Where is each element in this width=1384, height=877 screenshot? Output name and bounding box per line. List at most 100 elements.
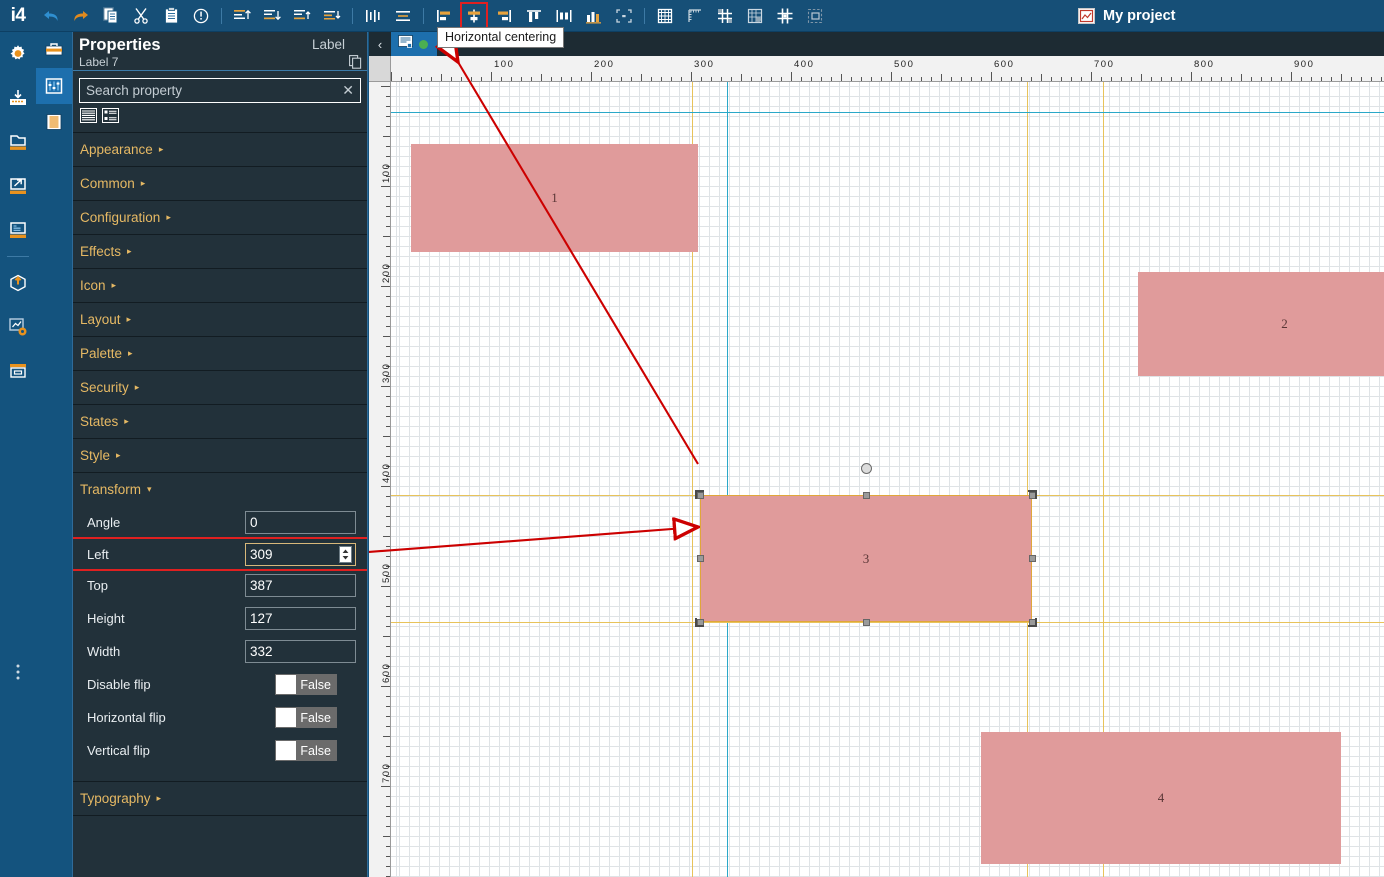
vertical-ruler[interactable]: 100 200 300 400 500 600 700 <box>369 82 391 877</box>
screen-status-dot <box>419 39 428 49</box>
toolbox-import-icon[interactable] <box>0 76 36 120</box>
ruler-tick <box>386 556 390 557</box>
category-typography[interactable]: Typography ▸ <box>73 781 367 815</box>
grid-settings-icon[interactable] <box>742 3 768 29</box>
grouped-list-view-icon[interactable] <box>102 108 119 128</box>
toolbox-icon[interactable] <box>36 32 72 68</box>
canvas-element[interactable]: 2 <box>1138 272 1384 376</box>
screen-icon <box>398 34 413 54</box>
ruler-tick <box>1171 77 1172 81</box>
ruler-tick <box>441 74 442 81</box>
archive-icon[interactable] <box>0 349 36 393</box>
ruler-tick <box>1181 77 1182 81</box>
toolbar-separator <box>644 7 645 24</box>
canvas-element[interactable]: 4 <box>981 732 1341 864</box>
resize-handle[interactable] <box>862 491 870 499</box>
ruler-tick <box>386 206 390 207</box>
guide-line-vertical[interactable] <box>727 82 728 877</box>
category-security[interactable]: Security ▸ <box>73 370 367 404</box>
rail-more-options[interactable] <box>0 652 36 692</box>
settings-icon[interactable] <box>0 32 36 76</box>
disable-flip-toggle[interactable]: False <box>275 674 337 695</box>
category-states[interactable]: States ▸ <box>73 404 367 438</box>
ruler-tick <box>381 286 390 287</box>
project-indicator[interactable]: My project <box>1078 0 1176 32</box>
ruler-tick <box>921 77 922 81</box>
outline-icon[interactable] <box>36 104 72 140</box>
properties-icon[interactable] <box>36 68 72 104</box>
ruler-tick <box>731 77 732 81</box>
search-input[interactable] <box>86 83 339 98</box>
search-property-box[interactable]: ✕ <box>79 78 361 103</box>
copy-icon[interactable] <box>349 55 362 74</box>
category-style[interactable]: Style ▸ <box>73 438 367 472</box>
spinner-icon[interactable] <box>339 545 352 563</box>
resize-handle[interactable] <box>862 618 870 626</box>
align-top-icon[interactable] <box>229 3 255 29</box>
tab-scroll-left-icon[interactable]: ‹ <box>369 32 391 56</box>
width-input[interactable]: 332 <box>245 640 356 663</box>
align-bottom-icon[interactable] <box>259 3 285 29</box>
ruler-label: 700 <box>1094 59 1115 70</box>
category-transform[interactable]: Transform ▾ <box>73 472 367 506</box>
list-icon[interactable] <box>0 208 36 252</box>
fit-selection-icon[interactable] <box>611 3 637 29</box>
category-effects[interactable]: Effects ▸ <box>73 234 367 268</box>
grid-show-icon[interactable] <box>652 3 678 29</box>
clear-search-icon[interactable]: ✕ <box>338 82 354 99</box>
folder-icon[interactable] <box>0 120 36 164</box>
angle-input[interactable]: 0 <box>245 511 356 534</box>
guides-icon[interactable] <box>772 3 798 29</box>
height-input[interactable]: 127 <box>245 607 356 630</box>
horizontal-centering-icon[interactable] <box>460 1 488 30</box>
ruler-tick <box>961 77 962 81</box>
guide-line-horizontal[interactable] <box>391 622 1384 623</box>
canvas-element-selected[interactable]: 3 <box>700 495 1032 622</box>
distribute-vertical-icon[interactable] <box>390 3 416 29</box>
paste-icon[interactable] <box>158 3 184 29</box>
cut-icon[interactable] <box>128 3 154 29</box>
ruler-icon[interactable] <box>682 3 708 29</box>
flat-list-view-icon[interactable] <box>80 108 97 128</box>
screen-tab[interactable] <box>391 32 437 56</box>
export-icon[interactable] <box>0 164 36 208</box>
spread-horizontal-icon[interactable] <box>551 3 577 29</box>
align-left-icon[interactable] <box>431 3 457 29</box>
resize-handle[interactable] <box>696 555 704 562</box>
guide-line-horizontal[interactable] <box>391 112 1384 113</box>
distribute-bottom-icon[interactable] <box>319 3 345 29</box>
info-icon[interactable] <box>188 3 214 29</box>
undo-icon[interactable] <box>38 3 64 29</box>
ruler-tick <box>383 536 390 537</box>
category-palette[interactable]: Palette ▸ <box>73 336 367 370</box>
left-input[interactable]: 309 <box>245 542 356 566</box>
resize-handle[interactable] <box>1028 555 1036 562</box>
redo-icon[interactable] <box>68 3 94 29</box>
distribute-horizontal-icon[interactable] <box>360 3 386 29</box>
horizontal-flip-toggle[interactable]: False <box>275 707 337 728</box>
grid-snap-icon[interactable] <box>712 3 738 29</box>
vertical-centering-icon[interactable] <box>521 3 547 29</box>
canvas-element[interactable]: 1 <box>411 144 698 252</box>
category-appearance[interactable]: Appearance ▸ <box>73 132 367 166</box>
selection-frame-icon[interactable] <box>802 3 828 29</box>
align-right-icon[interactable] <box>491 3 517 29</box>
spread-vertical-icon[interactable] <box>581 3 607 29</box>
top-input[interactable]: 387 <box>245 574 356 597</box>
category-icon[interactable]: Icon ▸ <box>73 268 367 302</box>
copy-icon[interactable] <box>98 3 124 29</box>
view-mode-toggles <box>73 103 367 132</box>
category-configuration[interactable]: Configuration ▸ <box>73 200 367 234</box>
ruler-tick <box>421 77 422 81</box>
category-common[interactable]: Common ▸ <box>73 166 367 200</box>
vertical-flip-toggle[interactable]: False <box>275 740 337 761</box>
distribute-top-icon[interactable] <box>289 3 315 29</box>
ruler-tick <box>386 196 390 197</box>
toggle-knob <box>276 708 297 727</box>
horizontal-ruler[interactable]: 100 200 300 400 500 600 700 800 900 <box>369 56 1384 82</box>
rotation-handle[interactable] <box>860 463 872 474</box>
design-canvas[interactable]: 1 2 3 4 <box>391 82 1384 877</box>
category-layout[interactable]: Layout ▸ <box>73 302 367 336</box>
chart-settings-icon[interactable] <box>0 305 36 349</box>
deploy-icon[interactable] <box>0 261 36 305</box>
